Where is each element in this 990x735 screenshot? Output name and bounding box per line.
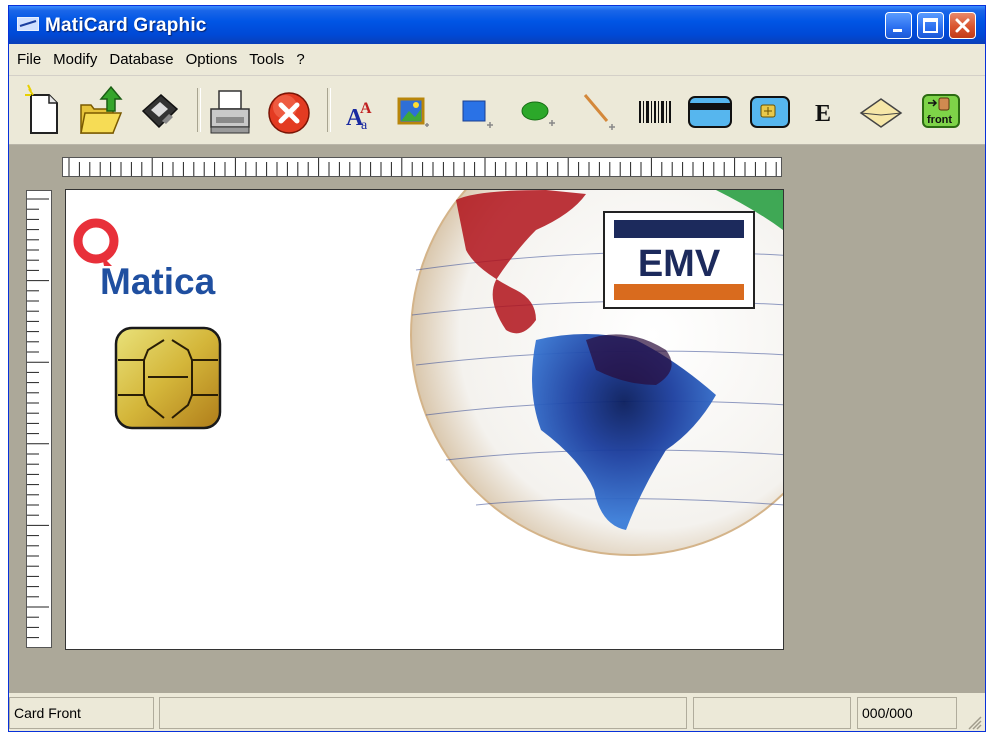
ellipse-tool-button[interactable] — [515, 81, 559, 139]
magnetic-stripe-icon — [688, 96, 732, 128]
app-icon — [17, 17, 39, 31]
menu-bar: File Modify Database Options Tools? — [9, 45, 985, 76]
card-front-canvas[interactable]: EMV Matica — [65, 189, 784, 650]
barcode-tool-button[interactable] — [633, 81, 677, 139]
status-bar: Card Front 000/000 — [9, 694, 985, 731]
line-icon — [583, 94, 615, 130]
status-pane-3 — [693, 697, 851, 729]
menu-options[interactable]: Options — [180, 45, 244, 75]
new-icon — [25, 84, 58, 134]
encode-label: E — [815, 101, 831, 127]
svg-text:A: A — [360, 100, 372, 117]
image-tool-button[interactable] — [389, 81, 433, 139]
front-icon: front — [922, 94, 960, 128]
line-tool-button[interactable] — [575, 81, 619, 139]
vertical-ruler-ticks — [27, 198, 49, 639]
menu-file[interactable]: File — [9, 45, 47, 75]
close-button[interactable] — [949, 12, 976, 39]
card-side-status: Card Front — [9, 697, 154, 729]
toolbar: A A a E front — [9, 76, 985, 145]
save-button[interactable] — [137, 81, 181, 139]
minimize-icon — [893, 29, 902, 32]
title-bar[interactable]: MatiCard Graphic — [9, 6, 985, 44]
resize-grip-icon[interactable] — [966, 714, 982, 730]
window-title: MatiCard Graphic — [45, 15, 207, 36]
open-icon — [80, 85, 123, 134]
app-window: MatiCard Graphic File Modify Database Optio… — [8, 5, 986, 732]
barcode-icon — [639, 101, 671, 123]
envelope-button[interactable] — [857, 81, 903, 139]
rectangle-tool-button[interactable] — [453, 81, 497, 139]
design-workspace: EMV Matica — [9, 145, 985, 693]
text-icon: A A a — [346, 100, 372, 133]
chip-tool-button[interactable] — [747, 81, 791, 139]
vertical-ruler — [26, 190, 52, 648]
matica-logo: Matica — [73, 218, 216, 302]
menu-tools[interactable]: Tools — [243, 45, 290, 75]
emv-label: EMV — [638, 243, 721, 285]
delete-icon — [268, 92, 310, 134]
front-button[interactable]: front — [919, 81, 963, 139]
status-pane-2 — [159, 697, 687, 729]
envelope-icon — [859, 98, 903, 128]
horizontal-ruler-ticks — [68, 158, 777, 176]
toolbar-separator — [327, 88, 331, 132]
minimize-button[interactable] — [885, 12, 912, 39]
maximize-icon — [923, 18, 938, 33]
card-artwork: EMV Matica — [73, 190, 783, 556]
open-button[interactable] — [77, 81, 123, 139]
save-icon — [141, 94, 179, 129]
maximize-button[interactable] — [917, 12, 944, 39]
encode-icon: E — [815, 101, 831, 127]
encode-tool-button[interactable]: E — [805, 81, 849, 139]
rectangle-icon — [462, 100, 493, 128]
chip-icon — [750, 96, 790, 128]
delete-button[interactable] — [265, 81, 310, 139]
text-tool-button[interactable]: A A a — [343, 81, 387, 139]
horizontal-ruler — [62, 157, 782, 177]
magstripe-tool-button[interactable] — [685, 81, 732, 139]
matica-wordmark: Matica — [100, 261, 216, 302]
emv-logo: EMV — [603, 211, 755, 309]
emv-chip-graphic — [114, 326, 222, 430]
menu-database[interactable]: Database — [103, 45, 179, 75]
print-button[interactable] — [207, 81, 251, 139]
print-icon — [210, 90, 250, 134]
menu-modify[interactable]: Modify — [47, 45, 103, 75]
image-icon — [397, 97, 429, 127]
front-label: front — [927, 114, 952, 126]
close-icon — [955, 18, 970, 33]
record-counter: 000/000 — [857, 697, 957, 729]
new-button[interactable] — [21, 81, 65, 139]
menu-help[interactable]: ? — [290, 45, 310, 75]
svg-text:a: a — [361, 118, 368, 133]
toolbar-separator — [197, 88, 201, 132]
ellipse-icon — [521, 101, 555, 126]
